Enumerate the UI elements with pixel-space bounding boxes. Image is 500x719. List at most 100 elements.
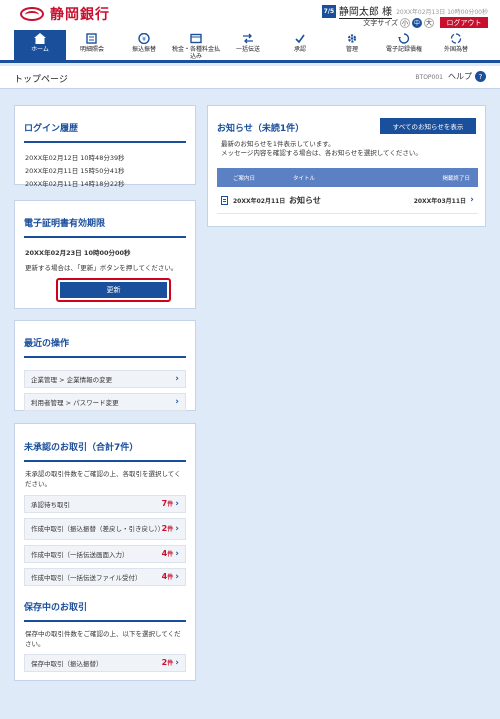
logout-button[interactable]: ログアウト [440, 17, 488, 28]
col-title-header: タイトル [293, 175, 316, 182]
nav-label: 一括伝送 [235, 46, 260, 53]
saved-description: 保存中の取引件数をご確認の上、以下を選択してください。 [25, 630, 181, 648]
news-panel: お知らせ（未読1件） すべてのお知らせを表示 最新のお知らせを1件表示しています… [207, 105, 486, 227]
certificate-title: 電子証明書有効期限 [24, 216, 186, 238]
nav-item-e-bond[interactable]: 電子記録債権 [378, 30, 430, 60]
pending-item-count: 4件 [161, 549, 174, 558]
pending-transactions-panel: 未承認のお取引（合計7件） 未承認の取引件数をご確認の上、各取引を選択してくださ… [14, 423, 196, 681]
chevron-right-icon: › [175, 549, 179, 559]
e-bond-icon [398, 33, 410, 44]
text-size-small-button[interactable]: 小 [400, 17, 410, 28]
saved-item-label: 保存中取引（振込振替） [31, 660, 103, 668]
tax-payment-icon [190, 33, 202, 44]
bank-logo[interactable]: 静岡銀行 [20, 5, 110, 23]
nav-item-statement[interactable]: 明細照会 [66, 30, 118, 60]
document-icon [221, 195, 228, 205]
statement-icon [86, 33, 98, 44]
recent-operations-title: 最近の操作 [24, 336, 186, 358]
login-history-title: ログイン履歴 [24, 121, 186, 143]
nav-label: 税金・各種料金払込み [171, 46, 220, 60]
news-table: ご案内日 タイトル 掲載終了日 20XX年02月11日 お知らせ 20XX年03… [217, 168, 478, 214]
nav-item-forex[interactable]: 外国為替 [430, 30, 482, 60]
nav-item-tax-payment[interactable]: 税金・各種料金払込み [170, 30, 222, 60]
text-size-medium-button[interactable]: 中 [412, 17, 422, 28]
nav-label: 承認 [293, 46, 306, 53]
last-login-time: 20XX年02月13日 10時00分00秒 [396, 8, 488, 16]
certificate-expiry: 20XX年02月23日 10時00分00秒 [25, 249, 131, 257]
col-date-header: ご案内日 [233, 175, 256, 182]
recent-operation-label: 企業管理 > 企業情報の変更 [31, 376, 113, 384]
saved-item-count: 2件 [161, 658, 174, 667]
saved-title: 保存中のお取引 [24, 600, 186, 622]
approval-icon [294, 33, 306, 44]
news-table-header: ご案内日 タイトル 掲載終了日 [217, 168, 478, 187]
pending-item-awaiting-approval[interactable]: 承認待ち取引 7件 › [24, 495, 186, 513]
chevron-right-icon: › [175, 499, 179, 509]
nav-item-management[interactable]: 管理 [326, 30, 378, 60]
nav-label: ホーム [31, 46, 49, 53]
chevron-right-icon: › [175, 658, 179, 668]
nav-item-batch-transfer[interactable]: 一括伝送 [222, 30, 274, 60]
svg-text:¥: ¥ [142, 36, 146, 43]
recent-operations-panel: 最近の操作 企業管理 > 企業情報の変更 › 利用者管理 > パスワード変更 › [14, 320, 196, 411]
pending-item-count: 4件 [161, 572, 174, 581]
login-history-entry: 20XX年02月11日 14時18分22秒 [25, 180, 125, 188]
nav-label: 明細照会 [79, 46, 104, 53]
chevron-right-icon: › [175, 374, 179, 384]
news-date: 20XX年02月11日 [233, 197, 286, 205]
pending-item-label: 作成中取引（一括伝送ファイル受付） [31, 574, 142, 582]
news-description-line: メッセージ内容を確認する場合は、各お知らせを選択してください。 [221, 149, 422, 157]
batch-transfer-icon [242, 33, 254, 44]
nav-item-transfer[interactable]: ¥ 振込振替 [118, 30, 170, 60]
text-size-large-button[interactable]: 大 [424, 17, 434, 28]
help-icon: ? [475, 71, 486, 82]
view-all-news-button[interactable]: すべてのお知らせを表示 [380, 118, 476, 134]
certificate-panel: 電子証明書有効期限 20XX年02月23日 10時00分00秒 更新する場合は、… [14, 200, 196, 309]
user-badge-icon: 7/5 [321, 4, 336, 18]
pending-item-batch-screen-input[interactable]: 作成中取引（一括伝送画面入力） 4件 › [24, 545, 186, 563]
help-link[interactable]: ヘルプ ? [448, 71, 486, 82]
text-size-label: 文字サイズ [363, 18, 398, 27]
pending-item-batch-file-upload[interactable]: 作成中取引（一括伝送ファイル受付） 4件 › [24, 568, 186, 586]
chevron-right-icon: › [175, 572, 179, 582]
news-row[interactable]: 20XX年02月11日 お知らせ 20XX年03月11日 › [217, 187, 478, 214]
chevron-right-icon: › [470, 195, 474, 205]
bank-logo-icon [20, 7, 44, 21]
pending-item-count: 2件 [161, 524, 174, 533]
pending-item-label: 作成中取引（振込振替（差戻し・引き戻し）） [31, 525, 165, 533]
update-button-highlight: 更新 [56, 278, 171, 302]
login-history-entry: 20XX年02月12日 10時48分39秒 [25, 154, 125, 162]
col-end-header: 掲載終了日 [442, 175, 470, 182]
login-history-panel: ログイン履歴 20XX年02月12日 10時48分39秒 20XX年02月11日… [14, 105, 196, 188]
nav-label: 管理 [345, 46, 358, 53]
home-icon [34, 33, 46, 44]
nav-label: 外国為替 [443, 46, 468, 53]
chevron-right-icon: › [175, 397, 179, 407]
bank-name: 静岡銀行 [50, 7, 110, 23]
news-description: 最新のお知らせを1件表示しています。 メッセージ内容を確認する場合は、各お知らせ… [221, 140, 481, 158]
screen-id: BTOP001 [415, 74, 443, 81]
certificate-note: 更新する場合は、「更新」ボタンを押してください。 [25, 264, 178, 272]
saved-item-transfer[interactable]: 保存中取引（振込振替） 2件 › [24, 654, 186, 672]
global-nav: ホーム 明細照会 ¥ 振込振替 税金・各種料金払込み 一括伝送 承認 管理 電子… [0, 30, 500, 63]
recent-operation-item[interactable]: 利用者管理 > パスワード変更 › [24, 393, 186, 411]
login-history-entry: 20XX年02月11日 15時50分41秒 [25, 167, 125, 175]
nav-item-approval[interactable]: 承認 [274, 30, 326, 60]
news-end-date: 20XX年03月11日 [413, 197, 466, 205]
help-label: ヘルプ [448, 72, 472, 81]
page-title-bar: トップページ BTOP001 ヘルプ ? [0, 66, 500, 89]
text-size-control: 文字サイズ 小 中 大 ログアウト [363, 17, 488, 28]
news-description-line: 最新のお知らせを1件表示しています。 [221, 140, 335, 148]
header: 静岡銀行 7/5 静岡太郎 様 20XX年02月13日 10時00分00秒 文字… [0, 0, 500, 30]
news-row-title: お知らせ [289, 195, 321, 205]
pending-title: 未承認のお取引（合計7件） [24, 440, 186, 462]
pending-item-label: 作成中取引（一括伝送画面入力） [31, 551, 129, 559]
transfer-icon: ¥ [138, 33, 150, 44]
pending-item-transfer-draft[interactable]: 作成中取引（振込振替（差戻し・引き戻し）） 2件 › [24, 518, 186, 540]
nav-item-home[interactable]: ホーム [14, 30, 66, 60]
pending-item-label: 承認待ち取引 [31, 501, 70, 509]
page-title: トップページ [14, 75, 68, 85]
pending-description: 未承認の取引件数をご確認の上、各取引を選択してください。 [25, 470, 181, 488]
update-button[interactable]: 更新 [60, 282, 167, 298]
recent-operation-item[interactable]: 企業管理 > 企業情報の変更 › [24, 370, 186, 388]
